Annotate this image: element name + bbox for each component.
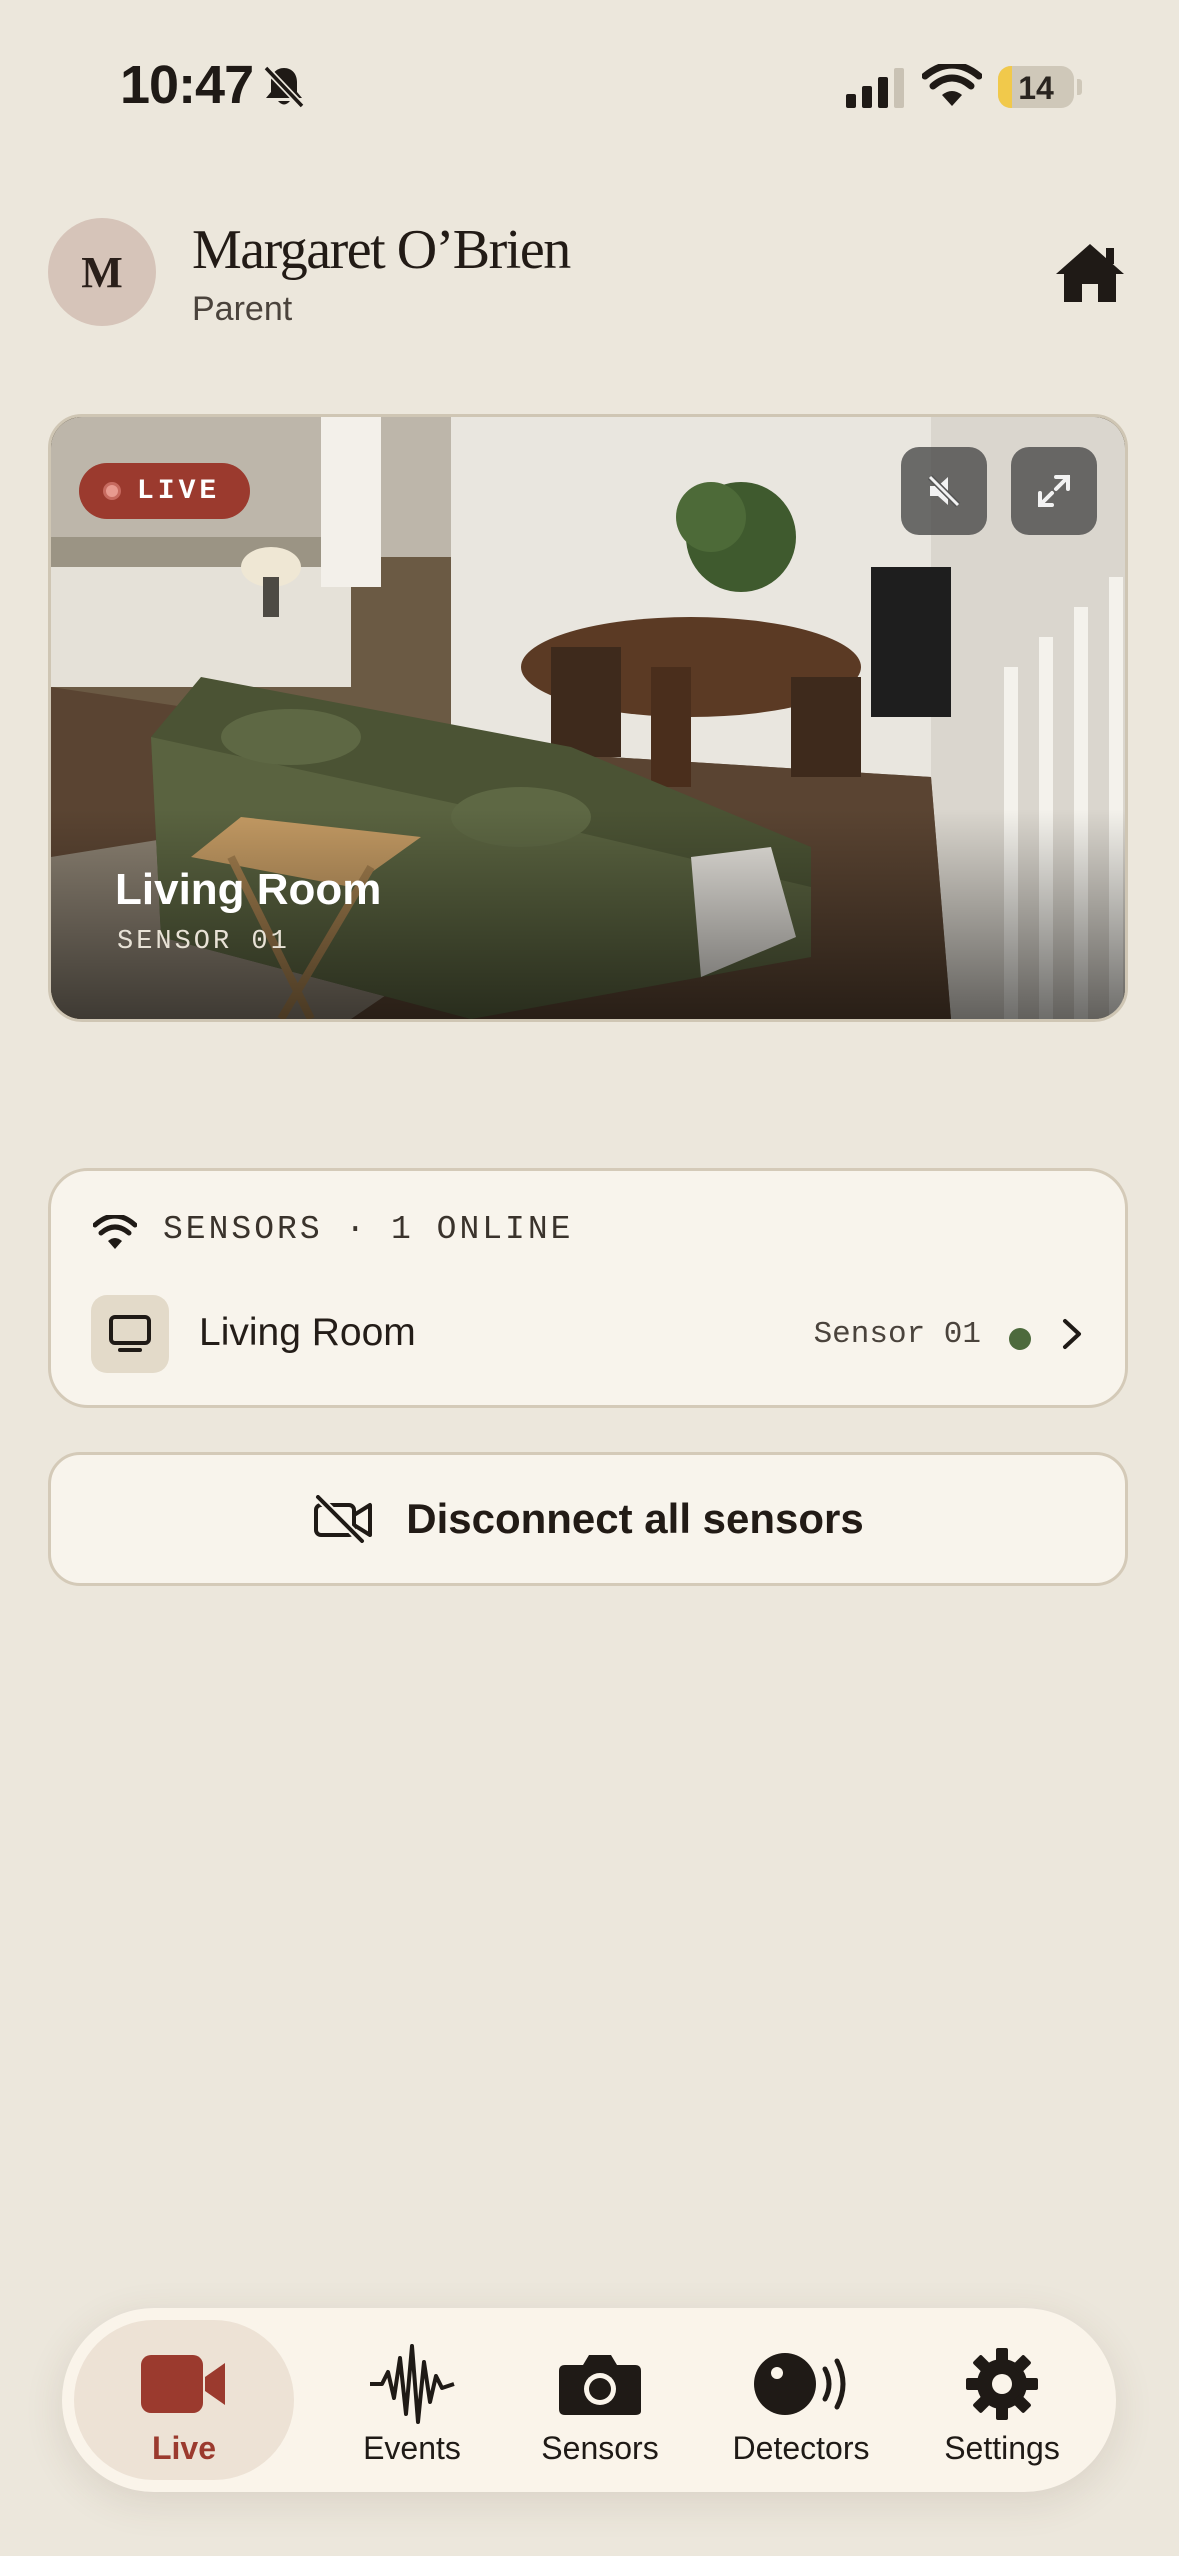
sensor-row-living-room[interactable]: Living Room Sensor 01 [51, 1289, 1125, 1377]
battery-tip [1077, 79, 1082, 95]
mute-icon [927, 474, 961, 508]
fullscreen-button[interactable] [1011, 447, 1097, 535]
tab-live[interactable]: Live [74, 2320, 294, 2480]
battery-level: 14 [1018, 70, 1054, 106]
video-off-icon [314, 1495, 373, 1543]
tab-live-label: Live [151, 2430, 217, 2466]
home-icon[interactable] [1052, 240, 1128, 306]
sensors-card: SENSORS · 1 ONLINE Living Room Sensor 01 [48, 1168, 1128, 1408]
live-dot-icon [103, 482, 121, 500]
disconnect-all-button[interactable]: Disconnect all sensors [48, 1452, 1128, 1586]
gear-icon [966, 2348, 1038, 2420]
camera-preview[interactable]: LIVE Living Room SENSOR 01 [48, 414, 1128, 1022]
waveform-icon [370, 2344, 455, 2424]
status-time: 10:47 [120, 55, 254, 115]
mute-button[interactable] [901, 447, 987, 535]
sensor-name: Living Room [199, 1311, 416, 1354]
online-status-dot [1009, 1328, 1031, 1350]
chevron-right-icon [1063, 1319, 1081, 1349]
battery-icon: 14 [998, 66, 1074, 108]
app-screen: 10:47 14 M Margaret O’Brien Parent LIVE … [0, 0, 1179, 2556]
user-name: Margaret O’Brien [192, 219, 571, 281]
tab-events[interactable]: Events [330, 2308, 494, 2492]
tab-detectors-label: Detectors [732, 2430, 870, 2466]
camera-room-title: Living Room [115, 865, 382, 914]
user-role: Parent [192, 290, 293, 328]
video-camera-icon [141, 2355, 225, 2413]
monitor-icon [91, 1295, 169, 1373]
camera-sensor-label: SENSOR 01 [117, 927, 290, 957]
sensor-id: Sensor 01 [813, 1317, 981, 1352]
disconnect-label: Disconnect all sensors [406, 1495, 864, 1542]
tab-sensors[interactable]: Sensors [508, 2308, 692, 2492]
wifi-icon [93, 1215, 137, 1249]
fullscreen-icon [1038, 475, 1070, 507]
camera-icon [559, 2355, 641, 2415]
avatar[interactable]: M [48, 218, 156, 326]
detector-icon [754, 2353, 846, 2415]
tab-events-label: Events [363, 2430, 461, 2466]
sensors-header: SENSORS · 1 ONLINE [163, 1211, 574, 1248]
bell-slash-icon [263, 65, 305, 109]
tab-settings-label: Settings [944, 2430, 1060, 2466]
cellular-signal-icon [846, 68, 904, 108]
tab-bar: Live Events Sensors Detectors Settings [62, 2308, 1116, 2492]
tab-detectors[interactable]: Detectors [708, 2308, 894, 2492]
live-label: LIVE [137, 475, 221, 507]
tab-settings[interactable]: Settings [914, 2308, 1090, 2492]
live-badge: LIVE [79, 463, 251, 519]
wifi-icon [922, 64, 982, 106]
tab-sensors-label: Sensors [541, 2430, 659, 2466]
